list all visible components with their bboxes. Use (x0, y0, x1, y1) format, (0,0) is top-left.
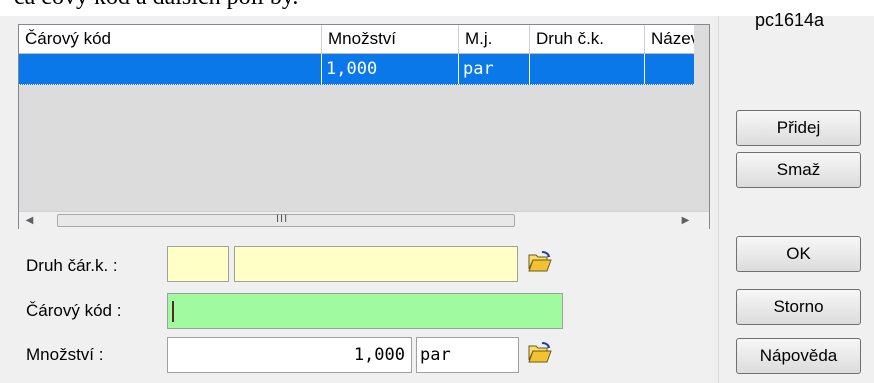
vertical-scroll-track (694, 25, 709, 211)
barcode-type-label: Druh čár.k. : (26, 256, 118, 275)
barcode-input[interactable] (167, 293, 563, 329)
grid-header: Čárový kód Množství M.j. Druh č.k. Název (19, 25, 694, 54)
open-folder-icon[interactable] (528, 251, 552, 273)
scroll-left-icon[interactable]: ◀ (21, 212, 38, 229)
scroll-thumb[interactable]: III (57, 213, 515, 227)
unit-input[interactable]: par (416, 337, 519, 373)
help-button[interactable]: Nápověda (736, 338, 861, 374)
horizontal-scrollbar[interactable]: ◀ III ▶ (19, 211, 709, 229)
cell-barcode (19, 54, 322, 84)
delete-button[interactable]: Smaž (736, 152, 861, 188)
scroll-grip: III (276, 213, 289, 225)
column-header-name[interactable]: Název (645, 25, 694, 53)
quantity-label: Množství : (26, 345, 104, 364)
items-grid[interactable]: Čárový kód Množství M.j. Druh č.k. Název… (18, 24, 710, 229)
ok-button[interactable]: OK (736, 236, 861, 272)
text-caret (172, 301, 174, 322)
open-folder-icon[interactable] (528, 342, 552, 364)
add-button[interactable]: Přidej (736, 110, 861, 146)
cell-name (645, 54, 694, 84)
column-header-barcode-type[interactable]: Druh č.k. (530, 25, 645, 53)
cell-quantity: 1,000 (322, 54, 459, 84)
table-row[interactable]: 1,000 par (19, 54, 694, 85)
column-header-unit[interactable]: M.j. (459, 25, 530, 53)
barcode-type-code-field[interactable] (167, 246, 229, 282)
cell-barcode-type (530, 54, 645, 84)
barcode-label: Čárový kód : (26, 301, 122, 320)
column-divider (718, 16, 719, 383)
scroll-right-icon[interactable]: ▶ (677, 212, 694, 229)
cancel-button[interactable]: Storno (736, 289, 861, 325)
cell-unit: par (459, 54, 530, 84)
form-code: pc1614a (755, 10, 825, 30)
quantity-input[interactable]: 1,000 (167, 337, 412, 373)
background-text: ča čový kód a dalších polí by. (14, 0, 298, 11)
column-header-quantity[interactable]: Množství (322, 25, 459, 53)
barcode-type-name-field[interactable] (234, 246, 518, 282)
background-text-strip: ča čový kód a dalších polí by. (0, 0, 874, 16)
grid-body: Čárový kód Množství M.j. Druh č.k. Název… (19, 25, 694, 211)
column-header-barcode[interactable]: Čárový kód (19, 25, 322, 53)
dialog-panel: Čárový kód Množství M.j. Druh č.k. Název… (0, 10, 874, 383)
